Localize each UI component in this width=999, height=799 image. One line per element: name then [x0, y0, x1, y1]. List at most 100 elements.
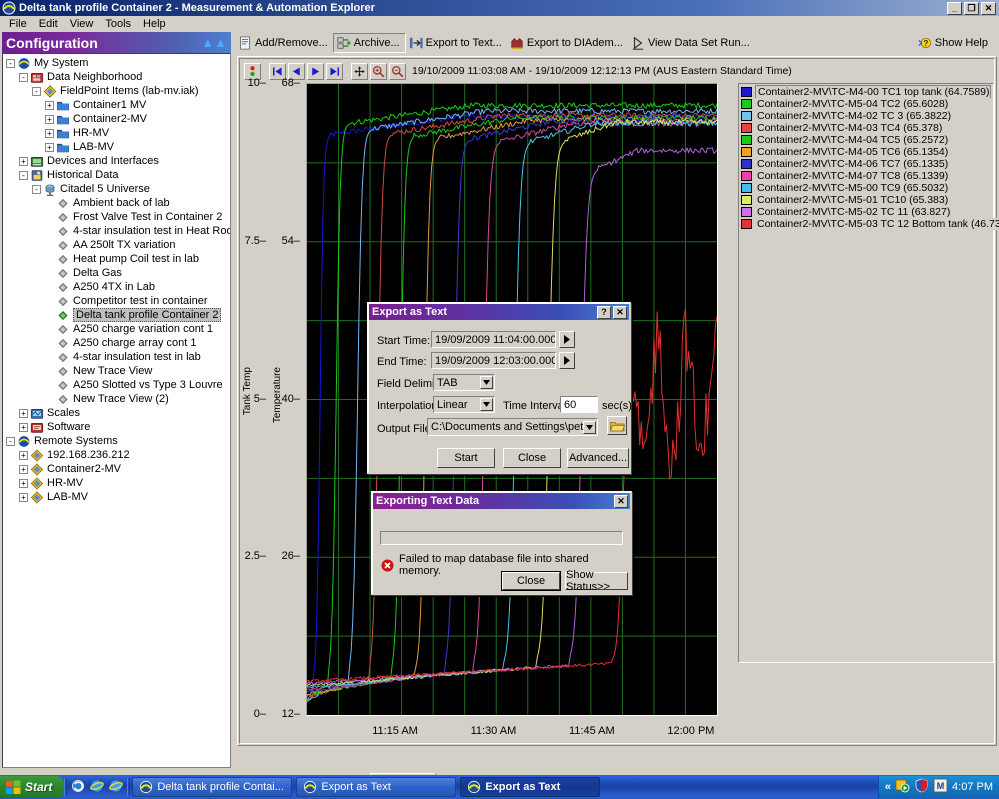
legend-color-swatch[interactable]: [741, 123, 752, 133]
tree-item[interactable]: + HR-MV: [3, 476, 230, 490]
legend-color-swatch[interactable]: [741, 111, 752, 121]
tree-item[interactable]: - FieldPoint Items (lab-mv.iak): [3, 84, 230, 98]
maximize-button[interactable]: ❐: [964, 1, 979, 15]
menu-help[interactable]: Help: [137, 17, 172, 31]
taskbar-item[interactable]: Export as Text: [296, 777, 457, 797]
tree-item[interactable]: + HR-MV: [3, 126, 230, 140]
collapse-icon[interactable]: -: [6, 436, 15, 446]
taskbar-item[interactable]: Delta tank profile Contai...: [132, 777, 293, 797]
show-help-button[interactable]: ? Show Help: [915, 33, 993, 53]
interpolation-select[interactable]: Linear: [433, 396, 495, 413]
menu-view[interactable]: View: [64, 17, 100, 31]
legend-color-swatch[interactable]: [741, 99, 752, 109]
toolbar-button[interactable]: Add/Remove...: [235, 33, 333, 53]
tray-mv-icon[interactable]: M: [933, 778, 948, 796]
legend-color-swatch[interactable]: [741, 195, 752, 205]
tree-item[interactable]: - Citadel 5 Universe: [3, 182, 230, 196]
menu-tools[interactable]: Tools: [99, 17, 137, 31]
ie2-icon[interactable]: [109, 779, 124, 796]
exporting-text-data-dialog[interactable]: Exporting Text Data ✕ Failed to map data…: [371, 491, 632, 595]
status-close-button[interactable]: Close: [502, 572, 560, 590]
tree-item[interactable]: Heat pump Coil test in lab: [3, 252, 230, 266]
tree-item[interactable]: + Container2-MV: [3, 462, 230, 476]
tray-update-icon[interactable]: [895, 778, 910, 796]
legend-color-swatch[interactable]: [741, 207, 752, 217]
collapse-icon[interactable]: -: [32, 86, 41, 96]
expand-icon[interactable]: +: [45, 114, 54, 124]
legend-item[interactable]: Container2-MV\TC-M4-02 TC 3 (65.3822): [741, 110, 991, 122]
tree-item[interactable]: - Data Neighborhood: [3, 70, 230, 84]
expand-icon[interactable]: +: [19, 464, 28, 474]
expand-icon[interactable]: +: [19, 156, 28, 166]
legend-item[interactable]: Container2-MV\TC-M4-03 TC4 (65.378): [741, 122, 991, 134]
toolbar-button[interactable]: Export to DIAdem...: [507, 33, 628, 53]
collapse-icon[interactable]: -: [6, 58, 15, 68]
legend-color-swatch[interactable]: [741, 159, 752, 169]
tree-item[interactable]: A250 charge array cont 1: [3, 336, 230, 350]
chevron-down-icon[interactable]: [480, 398, 493, 411]
legend-item[interactable]: Container2-MV\TC-M5-00 TC9 (65.5032): [741, 182, 991, 194]
legend-color-swatch[interactable]: [741, 183, 752, 193]
tree-item[interactable]: 4-star insulation test in lab: [3, 350, 230, 364]
show-status-button[interactable]: Show Status>>: [565, 569, 628, 593]
legend-item[interactable]: Container2-MV\TC-M5-01 TC10 (65.383): [741, 194, 991, 206]
tray-shield-icon[interactable]: [914, 778, 929, 796]
tree-item[interactable]: Delta Gas: [3, 266, 230, 280]
legend-item[interactable]: Container2-MV\TC-M5-03 TC 12 Bottom tank…: [741, 218, 999, 230]
collapse-icon[interactable]: -: [32, 184, 41, 194]
expand-icon[interactable]: +: [45, 100, 54, 110]
export-dialog-close-button[interactable]: ✕: [613, 305, 627, 319]
expand-icon[interactable]: +: [19, 422, 28, 432]
collapse-icon[interactable]: -: [19, 170, 28, 180]
start-export-button[interactable]: Start: [437, 448, 495, 468]
expand-icon[interactable]: +: [19, 450, 28, 460]
toolbar-button[interactable]: View Data Set Run...: [628, 33, 755, 53]
tree-item[interactable]: - My System: [3, 56, 230, 70]
legend-color-swatch[interactable]: [741, 171, 752, 181]
chevron-up-icon[interactable]: ▲▲: [201, 35, 227, 50]
expand-icon[interactable]: +: [45, 142, 54, 152]
tree-item[interactable]: AA 250lt TX variation: [3, 238, 230, 252]
refresh-icon[interactable]: [71, 779, 85, 796]
legend-color-swatch[interactable]: [741, 147, 752, 157]
taskbar-item[interactable]: Export as Text: [460, 777, 601, 797]
legend-item[interactable]: Container2-MV\TC-M4-00 TC1 top tank (64.…: [741, 85, 991, 99]
chevron-down-icon[interactable]: [480, 376, 493, 389]
advanced-button[interactable]: Advanced...: [567, 448, 629, 468]
expand-icon[interactable]: +: [19, 478, 28, 488]
minimize-button[interactable]: _: [947, 1, 962, 15]
tree-item[interactable]: New Trace View: [3, 364, 230, 378]
collapse-icon[interactable]: -: [19, 72, 28, 82]
tree-item[interactable]: Delta tank profile Container 2: [3, 308, 230, 322]
tree-item[interactable]: Frost Valve Test in Container 2: [3, 210, 230, 224]
expand-icon[interactable]: +: [19, 492, 28, 502]
end-time-spin-button[interactable]: [559, 352, 575, 369]
last-record-button[interactable]: [326, 62, 343, 80]
output-file-select[interactable]: C:\Documents and Settings\petersgr\Des: [427, 418, 598, 436]
start-time-spin-button[interactable]: [559, 331, 575, 348]
legend-item[interactable]: Container2-MV\TC-M4-06 TC7 (65.1335): [741, 158, 991, 170]
toolbar-button[interactable]: Archive...: [332, 33, 406, 53]
legend-color-swatch[interactable]: [741, 135, 752, 145]
expand-icon[interactable]: +: [45, 128, 54, 138]
ie-icon[interactable]: [90, 779, 105, 796]
tree-item[interactable]: Competitor test in container: [3, 294, 230, 308]
tree-item[interactable]: + Container2-MV: [3, 112, 230, 126]
tree-item[interactable]: 4-star insulation test in Heat Room: [3, 224, 230, 238]
close-button[interactable]: ✕: [981, 1, 996, 15]
browse-output-file-button[interactable]: [607, 416, 627, 435]
export-as-text-dialog[interactable]: Export as Text ? ✕ Start Time: 19/09/200…: [367, 302, 632, 474]
next-record-button[interactable]: [307, 62, 324, 80]
legend-item[interactable]: Container2-MV\TC-M5-02 TC 11 (63.827): [741, 206, 991, 218]
tree-item[interactable]: + LAB-MV: [3, 490, 230, 504]
tree-item[interactable]: + Container1 MV: [3, 98, 230, 112]
trace-legend[interactable]: Container2-MV\TC-M4-00 TC1 top tank (64.…: [738, 83, 999, 663]
pan-button[interactable]: [351, 62, 368, 80]
close-export-dialog-button[interactable]: Close: [503, 448, 561, 468]
time-interval-field[interactable]: 60: [560, 396, 598, 413]
tree-item[interactable]: - Remote Systems: [3, 434, 230, 448]
tray-expand-icon[interactable]: «: [885, 781, 891, 793]
tree-item[interactable]: A250 charge variation cont 1: [3, 322, 230, 336]
start-time-field[interactable]: 19/09/2009 11:04:00.000 AM: [431, 331, 556, 348]
legend-item[interactable]: Container2-MV\TC-M4-05 TC6 (65.1354): [741, 146, 991, 158]
